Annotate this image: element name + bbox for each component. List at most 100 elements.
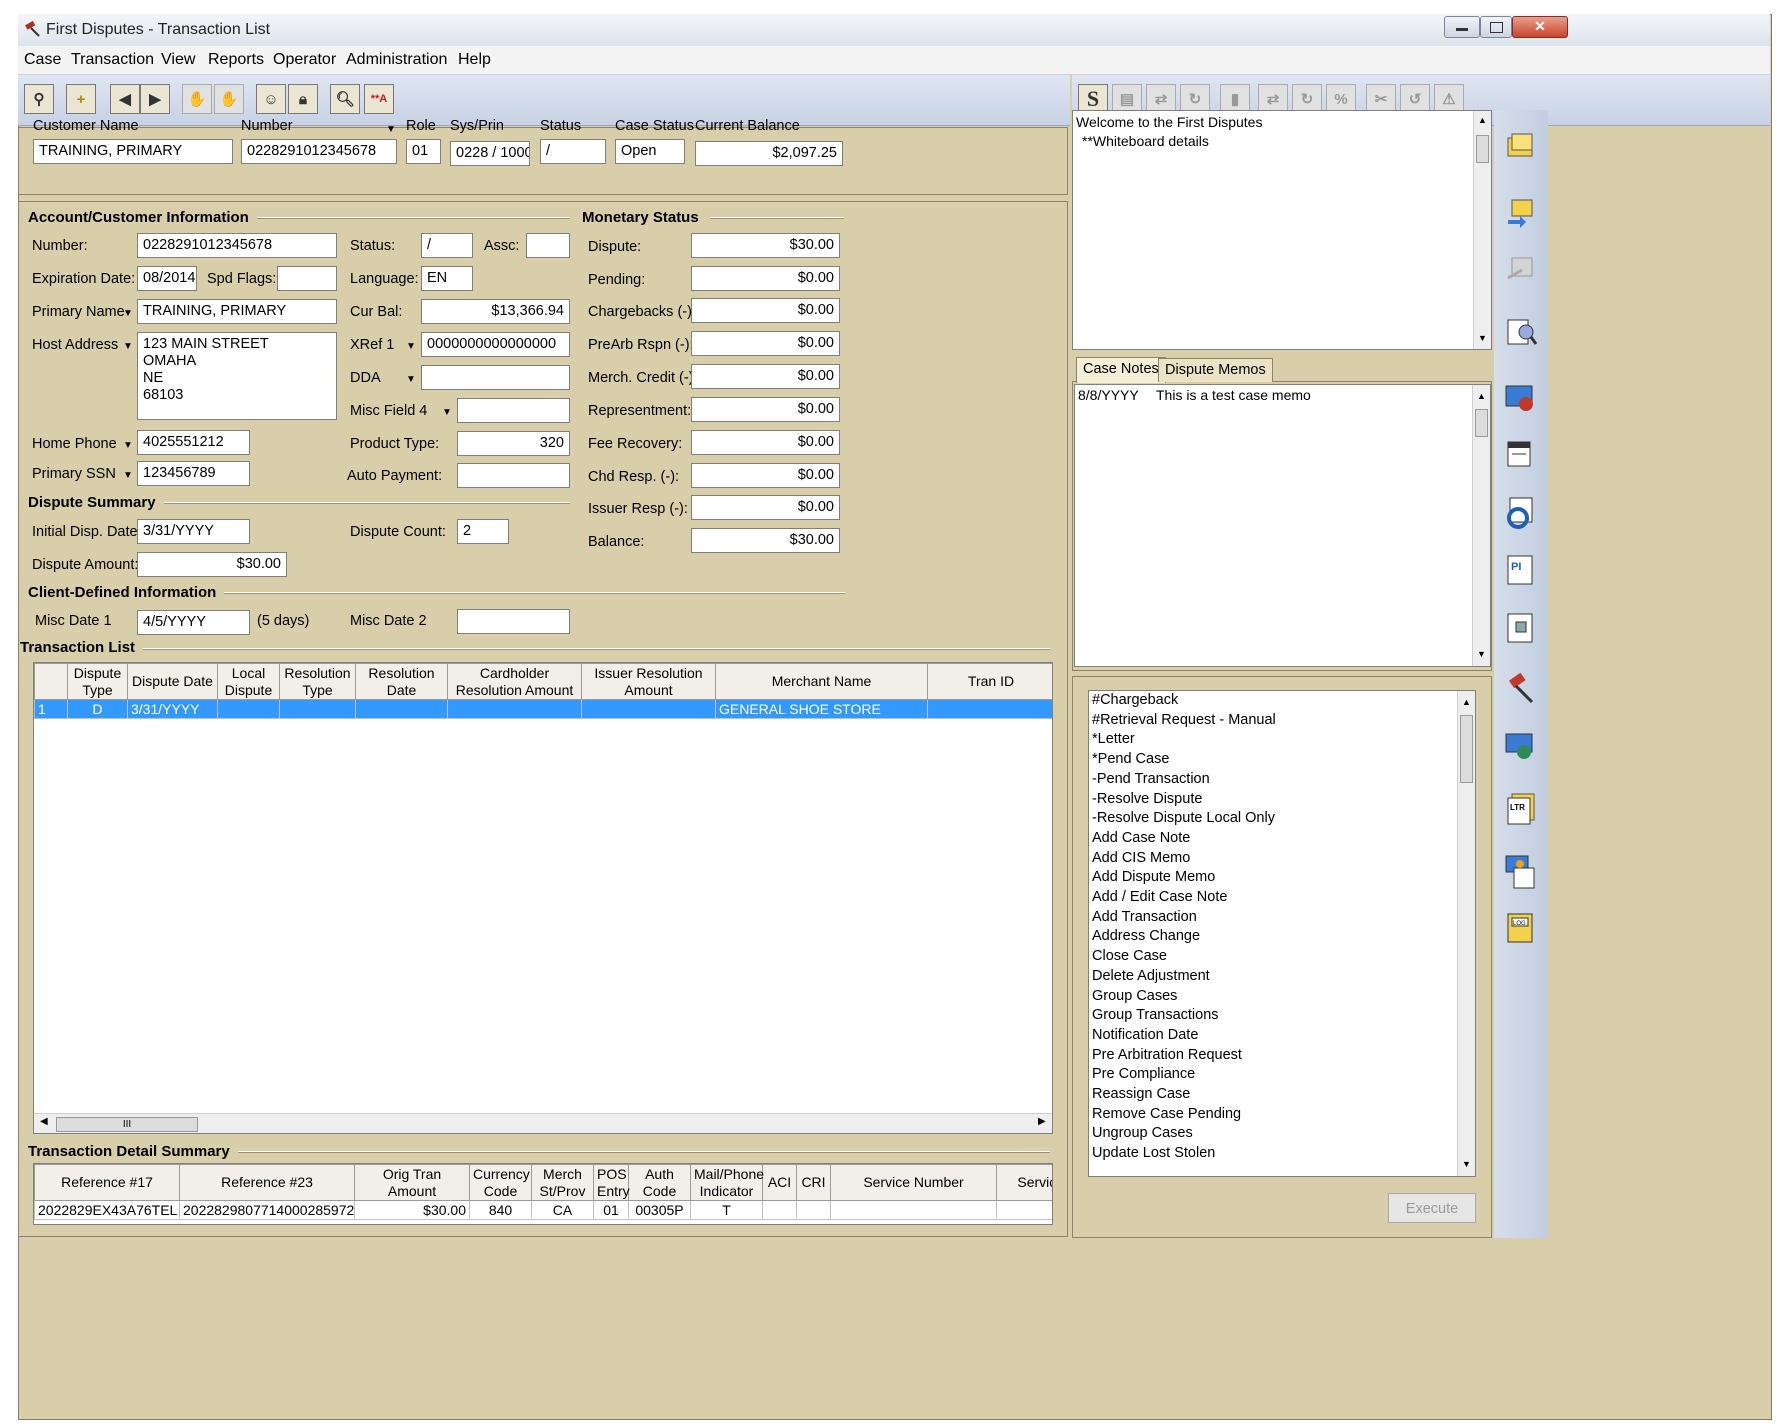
gavel-action-icon[interactable]	[1502, 670, 1538, 706]
command-item[interactable]: Ungroup Cases	[1092, 1125, 1193, 1141]
command-item[interactable]: Notification Date	[1092, 1027, 1198, 1043]
refresh-calendar-icon[interactable]	[1502, 494, 1538, 530]
table-row[interactable]: 2022829EX43A76TEL 2022829807714000285972 $…	[34, 1200, 1052, 1220]
command-item[interactable]: #Chargeback	[1092, 692, 1178, 708]
monetary-value-7[interactable]: $0.00	[691, 463, 840, 488]
command-item[interactable]: Group Cases	[1092, 988, 1177, 1004]
case-status-field[interactable]: Open	[615, 139, 685, 164]
prev-icon[interactable]: ◀	[110, 84, 140, 114]
commands-scroll-up-icon[interactable]: ▲	[1462, 697, 1471, 707]
tab-dispute-memos[interactable]: Dispute Memos	[1158, 358, 1273, 382]
command-item[interactable]: *Pend Case	[1092, 751, 1169, 767]
hand-icon[interactable]: ✋	[214, 84, 244, 114]
tab-case-notes[interactable]: Case Notes	[1076, 357, 1166, 383]
monetary-value-1[interactable]: $0.00	[691, 266, 840, 291]
tl-column-header-0[interactable]: Dispute Type	[67, 663, 128, 700]
home-phone-dropdown-icon[interactable]: ▼	[123, 440, 133, 451]
maximize-button[interactable]	[1480, 16, 1512, 38]
customer-name-field[interactable]: TRAINING, PRIMARY	[33, 139, 233, 164]
whiteboard-scroll-thumb[interactable]	[1476, 135, 1489, 163]
whiteboard-panel[interactable]: Welcome to the First Disputes **Whiteboa…	[1072, 110, 1492, 350]
misc-date2-field[interactable]	[457, 609, 570, 634]
whiteboard-scrollbar[interactable]: ▲ ▼	[1473, 111, 1491, 349]
primary-name-field[interactable]: TRAINING, PRIMARY	[137, 299, 337, 324]
host-address-field[interactable]: 123 MAIN STREET OMAHA NE 68103	[137, 332, 337, 420]
monetary-value-2[interactable]: $0.00	[691, 298, 840, 323]
command-item[interactable]: Group Transactions	[1092, 1007, 1219, 1023]
tl-column-header-5[interactable]: Cardholder Resolution Amount	[447, 663, 582, 700]
assc-field[interactable]	[526, 233, 570, 258]
monetary-value-6[interactable]: $0.00	[691, 430, 840, 455]
monetary-value-5[interactable]: $0.00	[691, 397, 840, 422]
tl-column-header-8[interactable]: Tran ID	[927, 663, 1052, 700]
menu-transaction[interactable]: Transaction	[71, 51, 154, 69]
add-icon[interactable]: +	[66, 84, 96, 114]
misc-field4-dropdown-icon[interactable]: ▼	[442, 407, 452, 418]
commands-scrollbar[interactable]: ▲ ▼	[1457, 691, 1475, 1176]
primary-ssn-dropdown-icon[interactable]: ▼	[123, 470, 133, 481]
preview-icon[interactable]: 🔍︎	[330, 84, 360, 114]
command-item[interactable]: -Resolve Dispute Local Only	[1092, 810, 1275, 826]
tl-column-header-4[interactable]: Resolution Date	[355, 663, 448, 700]
command-item[interactable]: Pre Compliance	[1092, 1066, 1195, 1082]
number-dropdown-icon[interactable]: ▼	[386, 124, 396, 135]
command-item[interactable]: -Resolve Dispute	[1092, 791, 1202, 807]
spd-flags-field[interactable]	[277, 266, 337, 291]
ds-column-header-3[interactable]: Currency Code	[469, 1164, 532, 1201]
ds-column-header-1[interactable]: Reference #23	[179, 1164, 355, 1201]
tl-column-header-1[interactable]: Dispute Date	[127, 663, 218, 700]
scroll-thumb[interactable]: III	[56, 1117, 198, 1132]
card-user-icon[interactable]	[1502, 728, 1538, 764]
next-icon[interactable]: ▶	[140, 84, 170, 114]
home-phone-field[interactable]: 4025551212	[137, 430, 250, 455]
command-item[interactable]: Remove Case Pending	[1092, 1106, 1241, 1122]
number-field[interactable]: 0228291012345678	[241, 139, 397, 164]
expiration-field[interactable]: 08/2014	[137, 266, 197, 291]
command-item[interactable]: Update Lost Stolen	[1092, 1145, 1215, 1161]
monetary-value-4[interactable]: $0.00	[691, 364, 840, 389]
monetary-value-0[interactable]: $30.00	[691, 233, 840, 258]
ds-column-header-9[interactable]: CRI	[796, 1164, 831, 1201]
command-item[interactable]: Address Change	[1092, 928, 1200, 944]
monetary-value-9[interactable]: $30.00	[691, 528, 840, 553]
transfer-folders-icon[interactable]	[1502, 194, 1538, 230]
menu-view[interactable]: View	[161, 51, 195, 69]
role-field[interactable]: 01	[406, 139, 441, 164]
ds-column-header-4[interactable]: Merch St/Prov	[531, 1164, 594, 1201]
host-address-dropdown-icon[interactable]: ▼	[123, 341, 133, 352]
cur-bal-field[interactable]: $13,366.94	[421, 299, 570, 324]
status-field[interactable]: /	[540, 139, 606, 164]
command-item[interactable]: Delete Adjustment	[1092, 968, 1210, 984]
scroll-down-icon[interactable]: ▼	[1478, 333, 1487, 343]
ds-column-header-5[interactable]: POS Entry	[593, 1164, 630, 1201]
log-book-icon[interactable]: LOG	[1502, 910, 1538, 946]
users-icon[interactable]: ☺	[256, 84, 286, 114]
command-item[interactable]: Reassign Case	[1092, 1086, 1190, 1102]
xref1-dropdown-icon[interactable]: ▼	[406, 341, 416, 352]
misc-date1-field[interactable]: 4/5/YYYY	[137, 610, 250, 635]
primary-ssn-field[interactable]: 123456789	[137, 461, 250, 486]
primary-name-dropdown-icon[interactable]: ▼	[123, 308, 133, 319]
acct-status-field[interactable]: /	[421, 233, 473, 258]
disabled-folders-icon[interactable]	[1502, 250, 1538, 286]
pi-document-icon[interactable]: PI	[1502, 552, 1538, 588]
command-item[interactable]: Add CIS Memo	[1092, 850, 1190, 866]
ds-column-header-6[interactable]: Auth Code	[628, 1164, 691, 1201]
calendar-icon[interactable]	[1502, 436, 1538, 472]
command-item[interactable]: Add Dispute Memo	[1092, 869, 1215, 885]
execute-button[interactable]: Execute	[1388, 1193, 1476, 1223]
notes-scroll-down-icon[interactable]: ▼	[1477, 649, 1486, 659]
monetary-value-3[interactable]: $0.00	[691, 331, 840, 356]
detail-grid[interactable]: Reference #17 Reference #23 Orig Tran Amou…	[33, 1163, 1053, 1225]
command-item[interactable]: Close Case	[1092, 948, 1167, 964]
scroll-left-icon[interactable]: ◀	[40, 1116, 48, 1127]
current-balance-field[interactable]: $2,097.25	[695, 141, 843, 166]
auto-payment-field[interactable]	[457, 463, 570, 488]
folders-icon[interactable]	[1502, 128, 1538, 164]
command-item[interactable]: Add Transaction	[1092, 909, 1197, 925]
lock-icon[interactable]: 🔒︎	[288, 84, 318, 114]
menu-operator[interactable]: Operator	[273, 51, 336, 69]
misc-field4-field[interactable]	[457, 398, 570, 423]
transaction-grid[interactable]: Dispute Type Dispute Date Local Dispute Res…	[33, 662, 1053, 1134]
dispute-count-field[interactable]: 2	[457, 519, 509, 544]
